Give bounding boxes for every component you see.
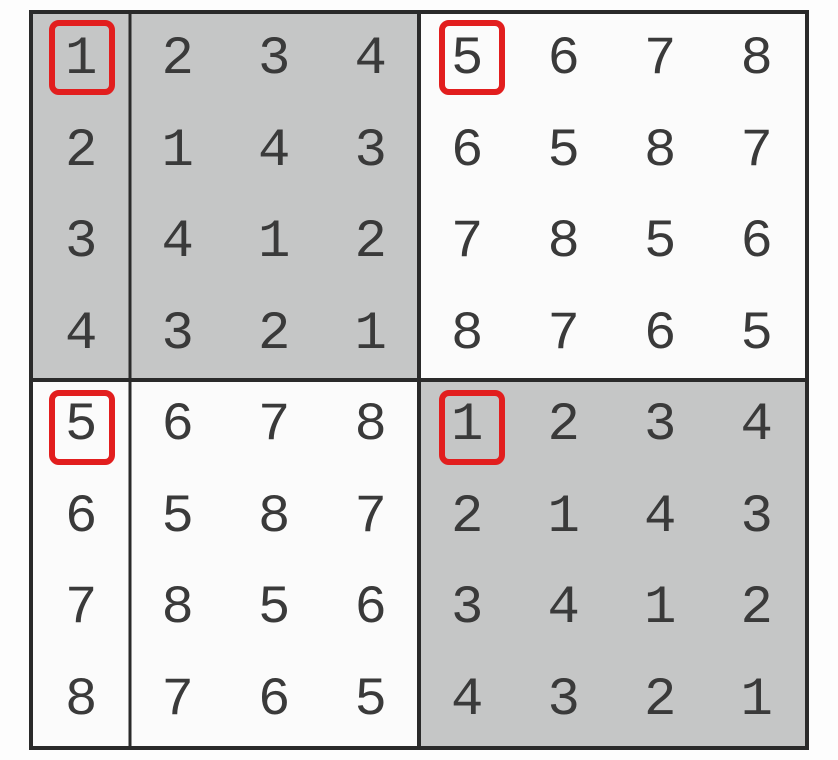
grid-cell: 6 — [130, 380, 227, 472]
grid-cell: 8 — [709, 14, 806, 106]
grid-cell: 8 — [323, 380, 420, 472]
grid-cell: 2 — [612, 655, 709, 747]
grid-cell: 2 — [130, 14, 227, 106]
column-separator — [128, 14, 131, 746]
grid-cell: 6 — [419, 106, 516, 198]
grid-cell: 5 — [130, 472, 227, 564]
grid-cell: 1 — [419, 380, 516, 472]
grid-cell: 1 — [516, 472, 613, 564]
grid-cell: 3 — [516, 655, 613, 747]
grid-cell: 4 — [709, 380, 806, 472]
grid-cell: 5 — [709, 289, 806, 381]
grid-cell: 1 — [33, 14, 130, 106]
grid-cell: 7 — [226, 380, 323, 472]
grid-cell: 2 — [323, 197, 420, 289]
grid-cell: 6 — [226, 655, 323, 747]
grid-cell: 1 — [709, 655, 806, 747]
grid-cell: 7 — [323, 472, 420, 564]
grid-cell: 3 — [226, 14, 323, 106]
grid-cell: 8 — [612, 106, 709, 198]
grid-cell: 1 — [612, 563, 709, 655]
grid-cell: 4 — [612, 472, 709, 564]
grid-cell: 5 — [612, 197, 709, 289]
grid-cell: 2 — [419, 472, 516, 564]
grid-cell: 2 — [709, 563, 806, 655]
grid-cell: 8 — [226, 472, 323, 564]
grid-cell: 4 — [419, 655, 516, 747]
grid-cell: 2 — [516, 380, 613, 472]
number-grid: 1234567821436587341278564321876556781234… — [29, 10, 809, 750]
grid-cell: 5 — [419, 14, 516, 106]
grid-cell: 8 — [130, 563, 227, 655]
grid-cell: 3 — [130, 289, 227, 381]
grid-cell: 1 — [226, 197, 323, 289]
grid-cell: 8 — [516, 197, 613, 289]
grid-cell: 6 — [33, 472, 130, 564]
grid-cell: 3 — [709, 472, 806, 564]
grid-cell: 4 — [516, 563, 613, 655]
grid-cell: 5 — [226, 563, 323, 655]
grid-cell: 8 — [33, 655, 130, 747]
grid-cell: 7 — [709, 106, 806, 198]
grid-cell: 4 — [33, 289, 130, 381]
grid-cell: 4 — [226, 106, 323, 198]
grid-cell: 7 — [612, 14, 709, 106]
grid-cell: 2 — [226, 289, 323, 381]
grid-cell: 5 — [516, 106, 613, 198]
grid-cell: 4 — [130, 197, 227, 289]
grid-cell: 2 — [33, 106, 130, 198]
grid-cell: 3 — [612, 380, 709, 472]
grid-cell: 8 — [419, 289, 516, 381]
grid-cell: 6 — [516, 14, 613, 106]
grid-cell: 3 — [33, 197, 130, 289]
grid-cell: 5 — [323, 655, 420, 747]
grid-cell: 5 — [33, 380, 130, 472]
grid-cell: 4 — [323, 14, 420, 106]
grid-cell: 7 — [130, 655, 227, 747]
grid-cell: 6 — [323, 563, 420, 655]
grid-cell: 7 — [516, 289, 613, 381]
grid-cell: 6 — [612, 289, 709, 381]
grid-cell: 3 — [419, 563, 516, 655]
grid-cell: 1 — [130, 106, 227, 198]
grid-cell: 1 — [323, 289, 420, 381]
grid-cell: 7 — [33, 563, 130, 655]
grid-cell: 7 — [419, 197, 516, 289]
grid-cell: 6 — [709, 197, 806, 289]
grid-cell: 3 — [323, 106, 420, 198]
